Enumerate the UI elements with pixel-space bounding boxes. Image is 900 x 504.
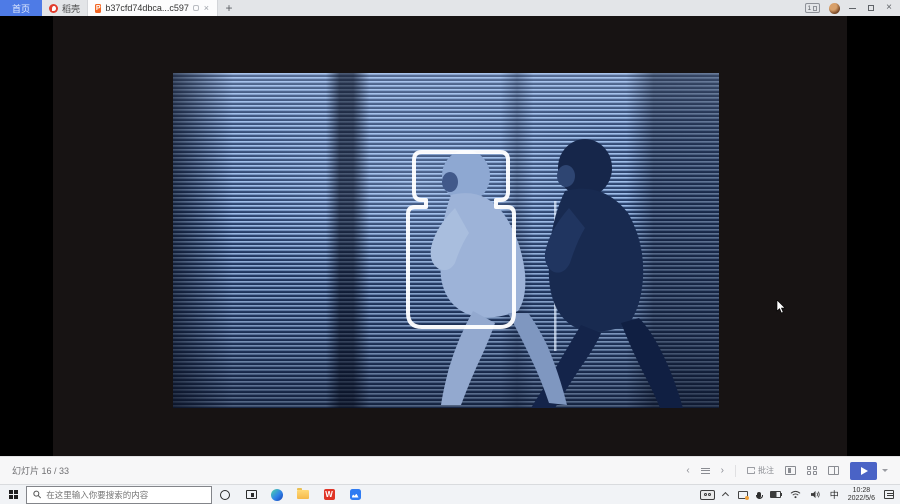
slide-16 bbox=[53, 16, 847, 456]
user-avatar[interactable] bbox=[829, 3, 840, 14]
window-controls: × bbox=[849, 3, 892, 13]
windows-taskbar: W 中 10:28 2022/5/6 bbox=[0, 484, 900, 504]
titlebar-right-controls: 1 × bbox=[805, 0, 900, 16]
desktop-screen: 首页 稻壳 P b37cfd74dbca...c597f514f932 × + … bbox=[0, 0, 900, 504]
restore-icon[interactable] bbox=[868, 5, 874, 11]
annotate-label: 批注 bbox=[758, 465, 774, 476]
slide-photo-protective-suits bbox=[173, 73, 719, 408]
minimize-icon[interactable] bbox=[849, 8, 856, 9]
home-button[interactable]: 首页 bbox=[0, 0, 42, 16]
microphone-icon[interactable] bbox=[757, 492, 761, 498]
play-options-caret-icon[interactable] bbox=[882, 469, 888, 472]
tab-list-count: 1 bbox=[808, 5, 812, 12]
annotate-button[interactable]: 批注 bbox=[747, 465, 774, 476]
docer-icon bbox=[49, 4, 58, 13]
clock-date: 2022/5/6 bbox=[848, 495, 875, 503]
system-tray: 中 10:28 2022/5/6 bbox=[700, 487, 900, 503]
cortana-button[interactable] bbox=[212, 485, 238, 504]
windows-logo-icon bbox=[9, 490, 18, 499]
taskbar-app-wps[interactable]: W bbox=[316, 485, 342, 504]
tab-document[interactable]: P b37cfd74dbca...c597f514f932 × bbox=[88, 0, 218, 16]
screen-recorder-tray-icon[interactable] bbox=[700, 490, 715, 500]
search-icon bbox=[33, 490, 41, 499]
task-view-icon bbox=[246, 490, 257, 499]
pen-annotate-icon bbox=[747, 467, 755, 474]
slideshow-stage[interactable] bbox=[0, 16, 900, 456]
reader-view-icon[interactable] bbox=[828, 466, 839, 475]
taskbar-clock[interactable]: 10:28 2022/5/6 bbox=[848, 487, 875, 503]
start-button[interactable] bbox=[0, 485, 26, 504]
show-hidden-icons-chevron[interactable] bbox=[722, 492, 729, 499]
wps-office-icon: W bbox=[324, 489, 335, 500]
player-control-bar: 幻灯片 16 / 33 ‹ › 批注 bbox=[0, 456, 900, 484]
figure-light-suit bbox=[431, 150, 567, 405]
tab-docer[interactable]: 稻壳 bbox=[42, 0, 88, 16]
wifi-icon[interactable] bbox=[790, 490, 801, 499]
home-button-label: 首页 bbox=[12, 2, 30, 15]
new-tab-button[interactable]: + bbox=[218, 0, 240, 16]
ime-language-indicator[interactable]: 中 bbox=[830, 488, 839, 501]
tab-list-square-icon bbox=[813, 6, 817, 11]
normal-view-icon[interactable] bbox=[785, 466, 796, 475]
cloud-app-icon bbox=[350, 489, 361, 500]
mouse-cursor bbox=[776, 300, 786, 314]
taskbar-app-cloud[interactable] bbox=[342, 485, 368, 504]
file-explorer-icon bbox=[297, 490, 309, 499]
clock-time: 10:28 bbox=[848, 487, 875, 495]
photo-figures-overlay bbox=[173, 73, 719, 408]
play-slideshow-button[interactable] bbox=[850, 462, 877, 480]
tab-document-title: b37cfd74dbca...c597f514f932 bbox=[105, 3, 189, 13]
tab-close-icon[interactable]: × bbox=[203, 4, 210, 13]
edge-browser-icon bbox=[271, 489, 283, 501]
task-view-button[interactable] bbox=[238, 485, 264, 504]
volume-icon[interactable] bbox=[810, 490, 821, 499]
display-notification-icon[interactable] bbox=[738, 491, 748, 499]
slide-list-button[interactable] bbox=[701, 468, 710, 474]
action-center-icon[interactable] bbox=[884, 490, 894, 499]
player-controls: ‹ › 批注 bbox=[686, 462, 888, 480]
comment-bubble-icon bbox=[193, 5, 199, 11]
presentation-file-icon: P bbox=[95, 4, 101, 13]
tab-docer-label: 稻壳 bbox=[62, 2, 80, 15]
tab-list-icon[interactable]: 1 bbox=[805, 3, 821, 13]
close-icon[interactable]: × bbox=[886, 3, 892, 13]
taskbar-app-edge[interactable] bbox=[264, 485, 290, 504]
search-input[interactable] bbox=[46, 490, 205, 500]
play-icon bbox=[861, 467, 868, 475]
grid-view-icon[interactable] bbox=[807, 466, 817, 475]
slide-counter: 幻灯片 16 / 33 bbox=[12, 464, 69, 477]
battery-icon[interactable] bbox=[770, 491, 781, 498]
next-slide-button[interactable]: › bbox=[721, 466, 724, 476]
cortana-icon bbox=[220, 490, 230, 500]
previous-slide-button[interactable]: ‹ bbox=[686, 466, 689, 476]
taskbar-app-explorer[interactable] bbox=[290, 485, 316, 504]
window-titlebar: 首页 稻壳 P b37cfd74dbca...c597f514f932 × + … bbox=[0, 0, 900, 16]
taskbar-search-box[interactable] bbox=[26, 486, 212, 504]
divider bbox=[735, 465, 736, 477]
